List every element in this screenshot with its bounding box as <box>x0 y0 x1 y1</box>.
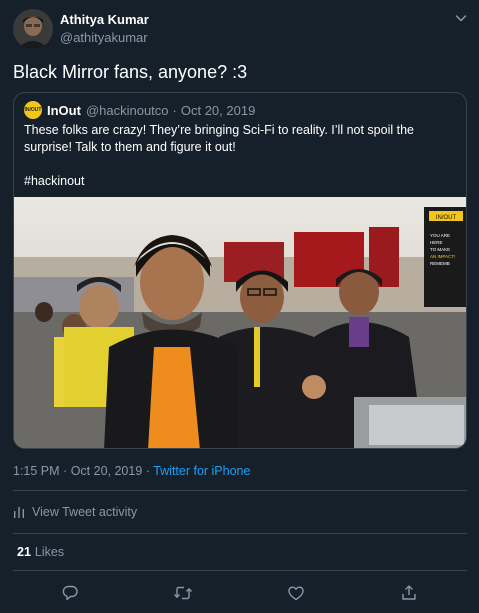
like-button[interactable] <box>285 582 307 604</box>
likes-number: 21 <box>17 545 31 559</box>
divider <box>13 533 467 534</box>
reply-button[interactable] <box>59 582 81 604</box>
quoted-author-name[interactable]: InOut <box>47 103 81 118</box>
quoted-avatar[interactable]: IN/OUT <box>24 101 42 119</box>
meta-separator: · <box>145 464 150 478</box>
meta-separator: · <box>172 102 177 118</box>
quoted-photo[interactable]: IN/OUT YOU ARE HERE TO MAKE AN IMPACT! R… <box>14 197 466 448</box>
bar-chart-icon <box>14 507 24 518</box>
tweet-source-link[interactable]: Twitter for iPhone <box>153 464 250 478</box>
banner-line: REMEMB <box>430 261 450 266</box>
likes-count[interactable]: 21 Likes <box>17 545 64 559</box>
banner-line: AN IMPACT! <box>430 254 455 259</box>
author-avatar[interactable] <box>13 9 53 49</box>
share-icon <box>402 585 416 600</box>
banner-line: YOU ARE <box>430 233 450 238</box>
banner-brand: IN/OUT <box>436 215 457 221</box>
reply-icon <box>62 585 78 601</box>
heart-icon <box>288 586 304 601</box>
divider <box>13 490 467 491</box>
likes-label: Likes <box>34 545 65 559</box>
share-button[interactable] <box>398 582 420 604</box>
divider <box>13 570 467 571</box>
quoted-tweet-text: These folks are crazy! They’re bringing … <box>24 122 456 190</box>
view-tweet-activity-button[interactable]: View Tweet activity <box>13 503 137 521</box>
tweet-timestamp: 1:15 PM · Oct 20, 2019 · Twitter for iPh… <box>13 464 250 478</box>
quoted-avatar-logo-text: IN/OUT <box>24 107 42 113</box>
tweet-date[interactable]: Oct 20, 2019 <box>71 464 143 478</box>
meta-separator: · <box>63 464 68 478</box>
avatar-photo-icon <box>13 9 53 49</box>
author-handle[interactable]: @athityakumar <box>60 30 148 45</box>
retweet-icon <box>173 586 193 600</box>
activity-label: View Tweet activity <box>32 505 138 519</box>
tweet-actions <box>0 582 479 604</box>
chevron-down-icon[interactable] <box>454 11 468 25</box>
tweet-time[interactable]: 1:15 PM <box>13 464 60 478</box>
tweet-author: Athitya Kumar @athityakumar <box>13 9 468 49</box>
retweet-button[interactable] <box>172 582 194 604</box>
quoted-date[interactable]: Oct 20, 2019 <box>181 103 255 118</box>
quoted-text-paragraph: These folks are crazy! They’re bringing … <box>24 123 414 154</box>
tweet-text: Black Mirror fans, anyone? :3 <box>13 62 248 82</box>
quoted-author-handle[interactable]: @hackinoutco <box>86 103 169 118</box>
hackathon-photo: IN/OUT YOU ARE HERE TO MAKE AN IMPACT! R… <box>14 197 466 448</box>
quoted-tweet-header: IN/OUT InOut @hackinoutco · Oct 20, 2019 <box>24 101 255 119</box>
banner-line: TO MAKE <box>430 247 450 252</box>
quoted-tweet[interactable]: IN/OUT InOut @hackinoutco · Oct 20, 2019… <box>13 92 467 449</box>
quoted-hashtag[interactable]: #hackinout <box>24 173 456 190</box>
banner-line: HERE <box>430 240 443 245</box>
author-name[interactable]: Athitya Kumar <box>60 12 149 27</box>
